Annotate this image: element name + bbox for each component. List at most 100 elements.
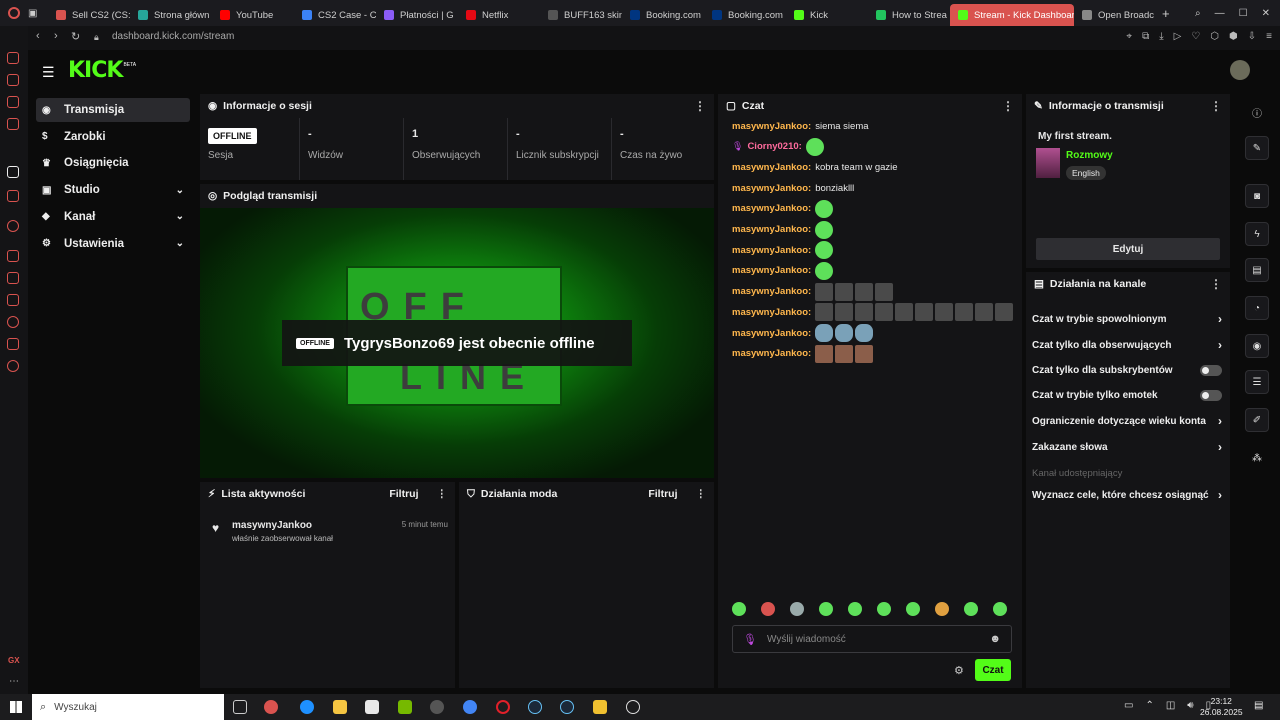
- channel-action-item[interactable]: Czat tylko dla obserwujących ›: [1032, 332, 1222, 358]
- browser-tab[interactable]: Booking.com: [622, 4, 704, 26]
- app-icon[interactable]: [593, 700, 607, 714]
- heart-icon[interactable]: ♡: [1191, 31, 1200, 42]
- history-icon[interactable]: [7, 316, 19, 328]
- activity-user[interactable]: masywnyJankoo: [232, 520, 312, 531]
- browser-tab[interactable]: Stream - Kick Dashboard: [950, 4, 1074, 26]
- browser-tab[interactable]: Strona główn: [130, 4, 212, 26]
- taskbar-search-box[interactable]: ⌕ Wyszukaj: [32, 694, 224, 720]
- sidebar-app-icon[interactable]: [7, 190, 19, 202]
- chat-username[interactable]: masywnyJankoo:: [732, 121, 811, 132]
- channel-action-item[interactable]: Ograniczenie dotyczące wieku konta ›: [1032, 408, 1222, 434]
- folder-icon[interactable]: [333, 700, 347, 714]
- store-icon[interactable]: [365, 700, 379, 714]
- layers-icon[interactable]: ☰: [1245, 370, 1269, 394]
- broadcast-icon[interactable]: ◉: [1245, 334, 1269, 358]
- chevron-up-icon[interactable]: ⌃: [1145, 700, 1153, 711]
- kebab-icon[interactable]: ⋮: [437, 488, 448, 500]
- emote-icon[interactable]: [935, 602, 949, 616]
- browser-tab[interactable]: Open Broadc: [1074, 4, 1156, 26]
- sidebar-app-icon[interactable]: [7, 220, 19, 232]
- hamburger-icon[interactable]: ☰: [42, 64, 55, 81]
- windows-start-icon[interactable]: [10, 701, 22, 713]
- pin-icon[interactable]: ⌖: [1126, 31, 1132, 42]
- opera-icon[interactable]: [496, 700, 510, 714]
- sidebar-app-icon[interactable]: [7, 166, 19, 178]
- close-icon[interactable]: ✕: [1262, 8, 1270, 19]
- category-thumbnail[interactable]: [1036, 148, 1060, 178]
- browser-tab[interactable]: Kick: [786, 4, 868, 26]
- toggle-switch[interactable]: [1200, 364, 1222, 376]
- browser-tab[interactable]: BUFF163 skin: [540, 4, 622, 26]
- more-icon[interactable]: ⋯: [9, 676, 19, 687]
- steam-icon[interactable]: [560, 700, 574, 714]
- activity-filter-button[interactable]: Filtruj: [389, 488, 418, 500]
- sidebar-item[interactable]: ◉ Transmisja: [36, 98, 190, 122]
- opera-gx-icon[interactable]: [264, 700, 278, 714]
- chat-send-button[interactable]: Czat: [975, 659, 1011, 681]
- emote-icon[interactable]: [993, 602, 1007, 616]
- emote-icon[interactable]: [964, 602, 978, 616]
- chat-username[interactable]: masywnyJankoo:: [732, 348, 811, 359]
- emote-icon[interactable]: [819, 602, 833, 616]
- play-icon[interactable]: ▷: [1174, 31, 1182, 42]
- browser-tab[interactable]: Booking.com: [704, 4, 786, 26]
- sidebar-app-icon[interactable]: [7, 96, 19, 108]
- mod-filter-button[interactable]: Filtruj: [648, 488, 677, 500]
- channel-action-item[interactable]: Czat w trybie spowolnionym ›: [1032, 306, 1222, 332]
- chat-username[interactable]: masywnyJankoo:: [732, 224, 811, 235]
- emoji-icon[interactable]: ☻: [989, 633, 1001, 645]
- sidebar-app-icon[interactable]: [7, 52, 19, 64]
- chat-username[interactable]: masywnyJankoo:: [732, 203, 811, 214]
- task-view-icon[interactable]: [233, 700, 247, 714]
- kebab-icon[interactable]: ⋮: [1210, 99, 1222, 113]
- browser-tab[interactable]: Sell CS2 (CS:: [48, 4, 130, 26]
- forward-icon[interactable]: ›: [54, 30, 58, 42]
- browser-tab[interactable]: Netflix: [458, 4, 540, 26]
- microphone-icon[interactable]: 🎙︎: [743, 633, 757, 646]
- browser-tab[interactable]: How to Strea: [868, 4, 950, 26]
- sidebar-item[interactable]: ◆ Kanał ⌄: [36, 205, 190, 229]
- wrench-icon[interactable]: ✐: [1245, 408, 1269, 432]
- channel-action-item[interactable]: Zakazane słowa ›: [1032, 434, 1222, 460]
- sidebar-app-icon[interactable]: [7, 74, 19, 86]
- kebab-icon[interactable]: ⋮: [1210, 277, 1222, 291]
- gear-icon[interactable]: [7, 360, 19, 372]
- chat-username[interactable]: masywnyJankoo:: [732, 162, 811, 173]
- sidebar-item[interactable]: ▣ Studio ⌄: [36, 178, 190, 202]
- avatar[interactable]: [1230, 60, 1250, 80]
- box-icon[interactable]: ⬡: [1210, 31, 1219, 42]
- volume-icon[interactable]: 🔊︎: [1187, 700, 1193, 711]
- sidebar-item[interactable]: ⚙︎ Ustawienia ⌄: [36, 232, 190, 256]
- maximize-icon[interactable]: ☐: [1239, 8, 1248, 19]
- menu-icon[interactable]: ≡: [1266, 31, 1272, 42]
- browser-tab[interactable]: Płatności | G: [376, 4, 458, 26]
- url-field[interactable]: dashboard.kick.com/stream: [112, 31, 234, 42]
- nvidia-icon[interactable]: [398, 700, 412, 714]
- emote-icon[interactable]: [906, 602, 920, 616]
- chat-settings-icon[interactable]: ⚙︎: [954, 664, 964, 677]
- obs-icon[interactable]: [430, 700, 444, 714]
- browser-tab[interactable]: CS2 Case - C: [294, 4, 376, 26]
- chat-input-box[interactable]: 🎙︎ Wyślij wiadomość ☻: [732, 625, 1012, 653]
- channel-action-item[interactable]: Czat w trybie tylko emotek: [1032, 382, 1222, 408]
- chat-username[interactable]: masywnyJankoo:: [732, 245, 811, 256]
- chat-input[interactable]: Wyślij wiadomość: [767, 634, 846, 645]
- connections-icon[interactable]: ⁂: [1245, 446, 1269, 470]
- kick-logo[interactable]: KICK BETA: [68, 58, 136, 83]
- chrome-icon[interactable]: [463, 700, 477, 714]
- emote-icon[interactable]: [790, 602, 804, 616]
- extensions-icon[interactable]: ⬢: [1229, 31, 1238, 42]
- notifications-icon[interactable]: ▤: [1254, 700, 1263, 711]
- emote-icon[interactable]: [848, 602, 862, 616]
- chat-username[interactable]: masywnyJankoo:: [732, 286, 811, 297]
- tab-grid-icon[interactable]: ▣: [28, 8, 48, 19]
- sidebar-app-icon[interactable]: [7, 294, 19, 306]
- snapshot-icon[interactable]: ⧉: [1142, 31, 1149, 42]
- sidebar-app-icon[interactable]: [7, 118, 19, 130]
- new-tab-button[interactable]: +: [1162, 6, 1170, 21]
- back-icon[interactable]: ‹: [36, 30, 40, 42]
- network-icon[interactable]: ◫: [1166, 700, 1175, 711]
- emote-icon[interactable]: [732, 602, 746, 616]
- camera-icon[interactable]: ◙: [1245, 184, 1269, 208]
- gx-icon[interactable]: GX: [8, 656, 20, 665]
